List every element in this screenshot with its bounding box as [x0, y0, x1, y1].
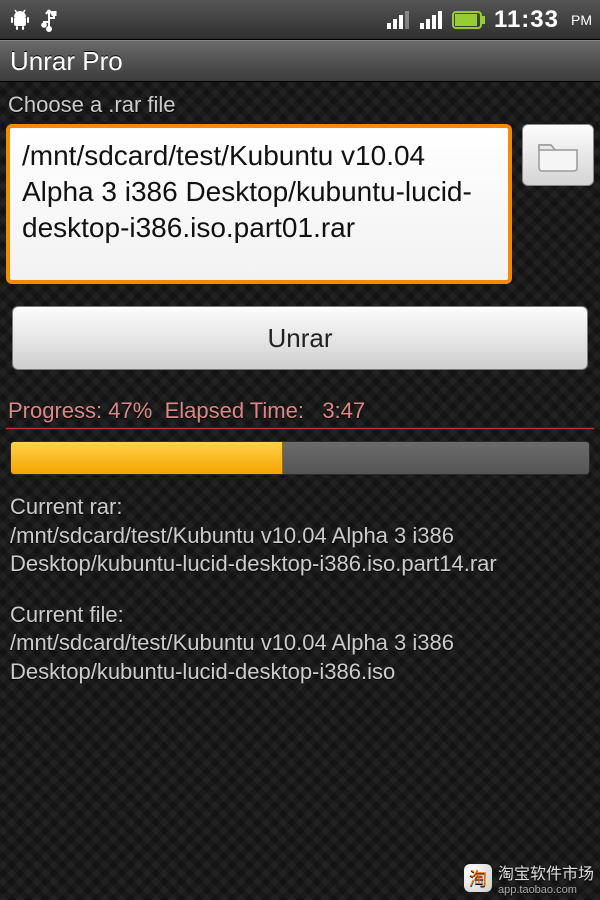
divider-line	[6, 428, 594, 429]
progress-bar	[10, 441, 590, 475]
progress-bar-fill	[11, 442, 283, 474]
current-file-label: Current file:	[10, 601, 590, 630]
signal-icon	[418, 9, 444, 31]
unrar-button-label: Unrar	[267, 323, 332, 354]
current-rar-label: Current rar:	[10, 493, 590, 522]
watermark-sub: app.taobao.com	[498, 884, 594, 896]
status-clock: 11:33	[494, 6, 559, 34]
app-title-bar: Unrar Pro	[0, 40, 600, 82]
file-path-text: /mnt/sdcard/test/Kubuntu v10.04 Alpha 3 …	[22, 140, 472, 243]
watermark: 淘 淘宝软件市场 app.taobao.com	[464, 860, 594, 896]
current-file-path: /mnt/sdcard/test/Kubuntu v10.04 Alpha 3 …	[10, 629, 590, 686]
android-status-bar: 11:33 PM	[0, 0, 600, 40]
progress-text: Progress: 47% Elapsed Time: 3:47	[6, 398, 594, 424]
android-robot-icon	[8, 8, 32, 32]
taobao-icon: 淘	[464, 864, 492, 892]
app-content: Choose a .rar file /mnt/sdcard/test/Kubu…	[0, 82, 600, 900]
folder-icon	[536, 137, 580, 173]
battery-icon	[452, 10, 486, 30]
file-path-input[interactable]: /mnt/sdcard/test/Kubuntu v10.04 Alpha 3 …	[6, 124, 512, 284]
current-rar-path: /mnt/sdcard/test/Kubuntu v10.04 Alpha 3 …	[10, 522, 590, 579]
watermark-text: 淘宝软件市场	[498, 866, 594, 883]
wifi-icon	[384, 9, 410, 31]
browse-button[interactable]	[522, 124, 594, 186]
usb-icon	[38, 8, 60, 32]
status-clock-ampm: PM	[571, 12, 592, 28]
choose-file-label: Choose a .rar file	[8, 92, 594, 118]
app-title: Unrar Pro	[10, 46, 123, 77]
current-file-block: Current file: /mnt/sdcard/test/Kubuntu v…	[6, 601, 594, 687]
current-rar-block: Current rar: /mnt/sdcard/test/Kubuntu v1…	[6, 493, 594, 579]
unrar-button[interactable]: Unrar	[12, 306, 588, 370]
